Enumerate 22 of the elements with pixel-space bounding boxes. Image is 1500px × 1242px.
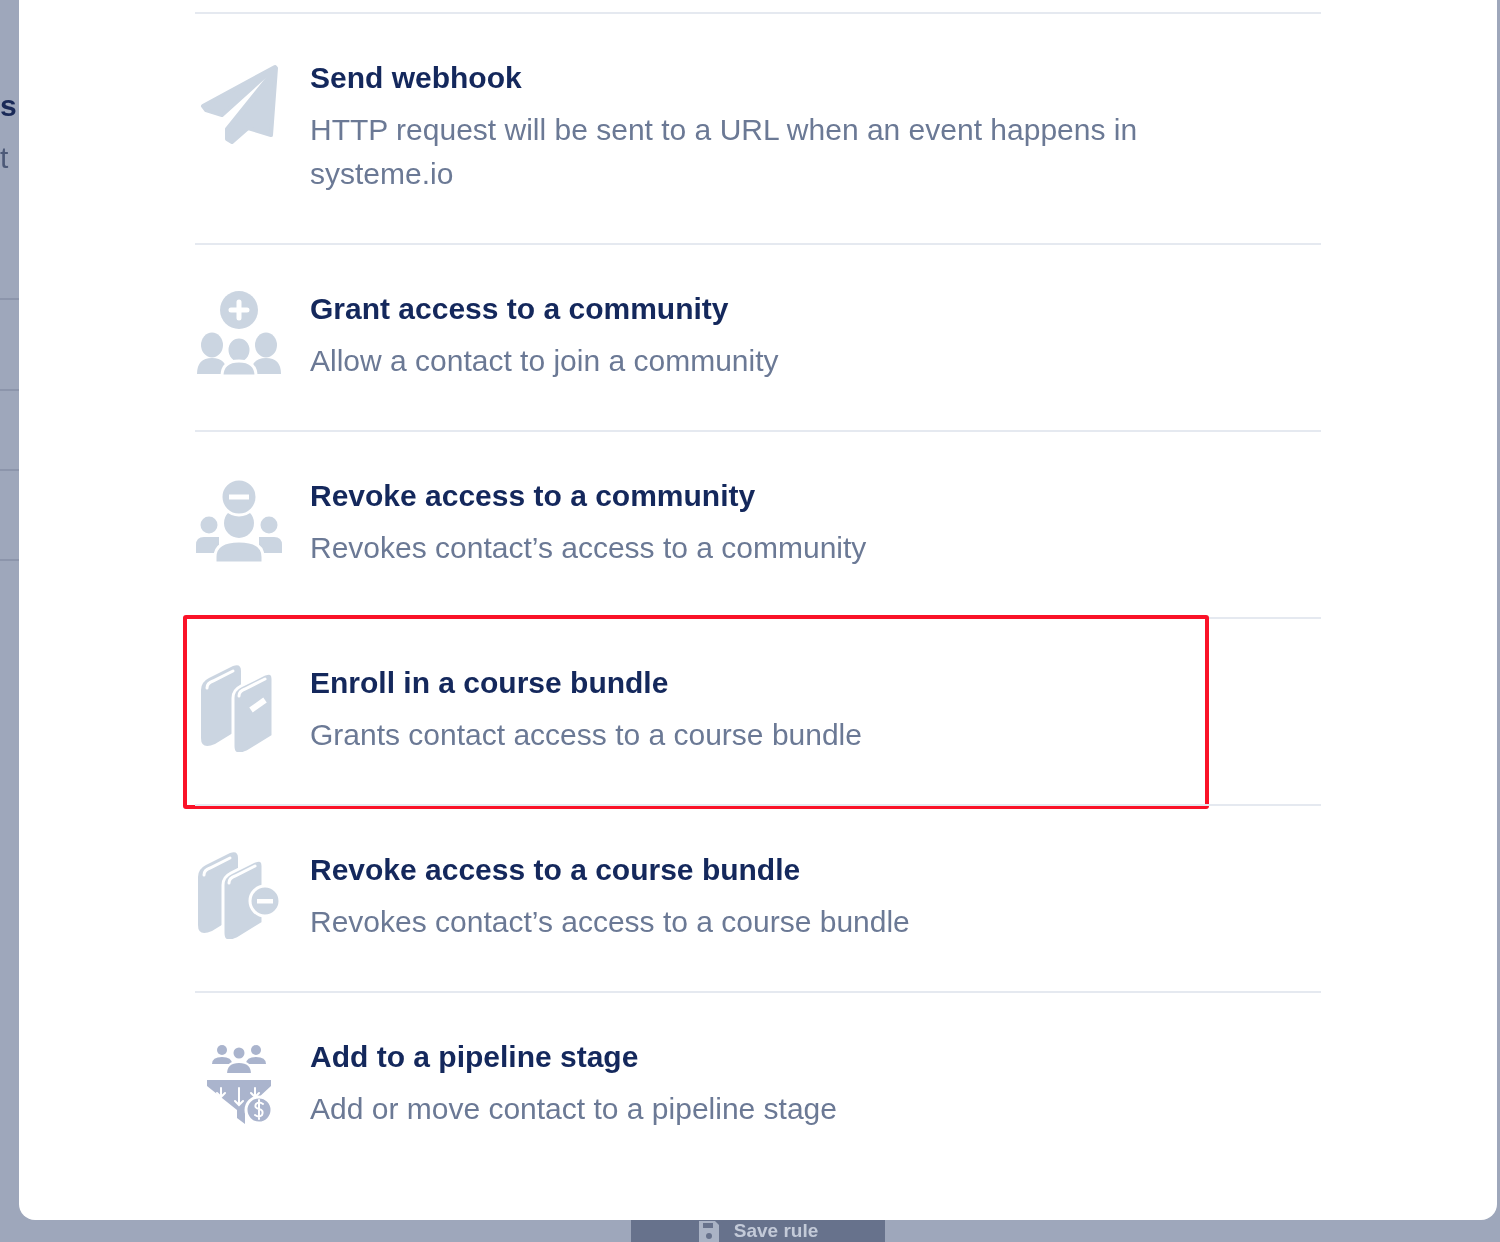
group-minus-icon: [195, 477, 283, 565]
action-option[interactable]: Enroll in a course bundle Grants contact access to a course bundle: [195, 617, 1321, 804]
option-description: Grants contact access to a course bundle: [310, 717, 862, 753]
group-plus-icon: [195, 290, 283, 378]
action-option[interactable]: Revoke access to a community Revokes contact’s access to a community: [195, 430, 1321, 617]
option-description: Add or move contact to a pipeline stage: [310, 1091, 837, 1127]
option-description: HTTP request will be sent to a URL when an event happens in systeme.io: [310, 112, 1139, 192]
cut-off-heading: s: [0, 88, 18, 124]
action-option[interactable]: Revoke access to a course bundle Revokes contact’s access to a course bundle: [195, 804, 1321, 991]
option-title: Revoke access to a course bundle: [310, 852, 801, 888]
option-description: Revokes contact’s access to a community: [310, 530, 867, 566]
option-title: Add to a pipeline stage: [310, 1039, 639, 1075]
option-title: Enroll in a course bundle: [310, 665, 669, 701]
option-title: Send webhook: [310, 60, 522, 96]
action-option[interactable]: Add to a pipeline stage Add or move contact to a pipeline stage: [195, 991, 1321, 1178]
option-title: Grant access to a community: [310, 291, 729, 327]
option-description: Allow a contact to join a community: [310, 343, 779, 379]
option-title: Revoke access to a community: [310, 478, 756, 514]
action-option[interactable]: Send webhook HTTP request will be sent to a URL when an event happens in systeme.io: [195, 12, 1321, 243]
action-option[interactable]: Grant access to a community Allow a contact to join a community: [195, 243, 1321, 430]
cut-off-text: t: [0, 140, 10, 176]
option-description: Revokes contact’s access to a course bundle: [310, 904, 910, 940]
